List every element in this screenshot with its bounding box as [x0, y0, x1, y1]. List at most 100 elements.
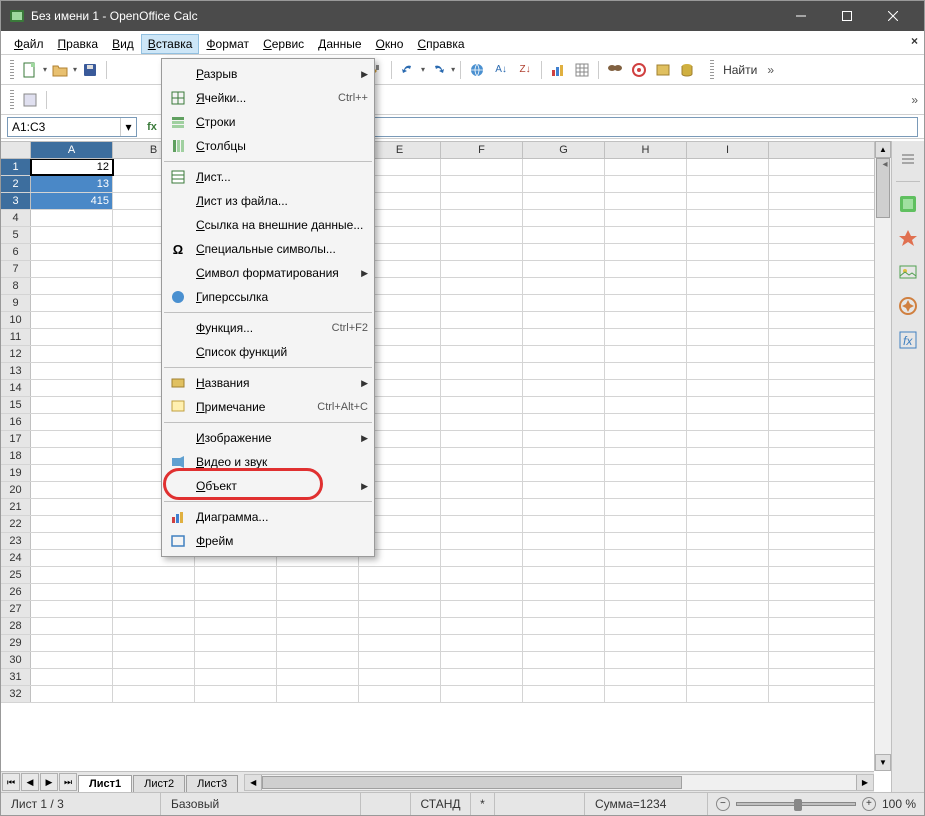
- row-header[interactable]: 1: [1, 159, 31, 175]
- function-wizard-button[interactable]: fx: [141, 116, 163, 138]
- cell[interactable]: [31, 244, 113, 260]
- cell[interactable]: [523, 448, 605, 464]
- menu-item[interactable]: Ссылка на внешние данные...: [162, 213, 374, 237]
- cell[interactable]: [31, 397, 113, 413]
- cell[interactable]: [195, 686, 277, 702]
- row-header[interactable]: 22: [1, 516, 31, 532]
- row-header[interactable]: 19: [1, 465, 31, 481]
- row-header[interactable]: 29: [1, 635, 31, 651]
- cell[interactable]: [31, 516, 113, 532]
- cell[interactable]: [687, 176, 769, 192]
- cell[interactable]: [605, 295, 687, 311]
- cell-grid[interactable]: 1122133415456789101112131415161718192021…: [1, 159, 874, 771]
- cell[interactable]: [687, 210, 769, 226]
- tab-nav-next[interactable]: ▶: [40, 773, 58, 791]
- cell[interactable]: [523, 618, 605, 634]
- row-header[interactable]: 11: [1, 329, 31, 345]
- cell[interactable]: [113, 567, 195, 583]
- column-header[interactable]: G: [523, 142, 605, 158]
- cell[interactable]: [605, 227, 687, 243]
- row-header[interactable]: 25: [1, 567, 31, 583]
- menu-item[interactable]: Разрыв▶: [162, 62, 374, 86]
- cell[interactable]: [523, 465, 605, 481]
- cell[interactable]: [523, 380, 605, 396]
- menu-view[interactable]: Вид: [105, 34, 141, 54]
- cell[interactable]: [441, 227, 523, 243]
- cell[interactable]: [605, 414, 687, 430]
- cell[interactable]: [441, 516, 523, 532]
- cell[interactable]: [687, 244, 769, 260]
- cell[interactable]: [523, 329, 605, 345]
- cell[interactable]: [277, 601, 359, 617]
- cell[interactable]: [605, 363, 687, 379]
- column-header[interactable]: H: [605, 142, 687, 158]
- datasources-button[interactable]: [676, 59, 698, 81]
- document-close-button[interactable]: ×: [911, 34, 918, 48]
- cell[interactable]: [605, 618, 687, 634]
- column-header[interactable]: I: [687, 142, 769, 158]
- row-header[interactable]: 3: [1, 193, 31, 209]
- cell[interactable]: [441, 193, 523, 209]
- cell[interactable]: [687, 414, 769, 430]
- tab-nav-last[interactable]: ⏭: [59, 773, 77, 791]
- cell[interactable]: [441, 533, 523, 549]
- cell[interactable]: [31, 533, 113, 549]
- row-header[interactable]: 28: [1, 618, 31, 634]
- menu-item[interactable]: Изображение▶: [162, 426, 374, 450]
- cell[interactable]: [523, 533, 605, 549]
- cell[interactable]: 13: [31, 176, 113, 192]
- cell[interactable]: [31, 601, 113, 617]
- cell[interactable]: [605, 601, 687, 617]
- cell[interactable]: [113, 618, 195, 634]
- cell[interactable]: [687, 652, 769, 668]
- menu-item[interactable]: Названия▶: [162, 371, 374, 395]
- cell[interactable]: [687, 278, 769, 294]
- cell[interactable]: [113, 635, 195, 651]
- vertical-scrollbar[interactable]: ▲ ▼: [874, 141, 891, 771]
- cell[interactable]: [523, 397, 605, 413]
- cell[interactable]: [195, 567, 277, 583]
- row-header[interactable]: 10: [1, 312, 31, 328]
- cell[interactable]: [523, 261, 605, 277]
- cell[interactable]: [31, 210, 113, 226]
- zoom-slider[interactable]: [736, 802, 856, 806]
- cell[interactable]: [441, 329, 523, 345]
- cell[interactable]: [441, 567, 523, 583]
- cell[interactable]: [523, 312, 605, 328]
- cell[interactable]: [359, 567, 441, 583]
- cell[interactable]: [687, 397, 769, 413]
- cell[interactable]: [605, 193, 687, 209]
- cell[interactable]: [441, 210, 523, 226]
- sidebar-settings-icon[interactable]: [896, 147, 920, 171]
- cell[interactable]: [441, 499, 523, 515]
- cell[interactable]: [605, 397, 687, 413]
- cell[interactable]: [441, 550, 523, 566]
- cell[interactable]: [687, 669, 769, 685]
- cell[interactable]: [441, 295, 523, 311]
- zoom-slider-thumb[interactable]: [794, 799, 802, 811]
- row-header[interactable]: 8: [1, 278, 31, 294]
- cell[interactable]: [31, 312, 113, 328]
- cell[interactable]: [113, 652, 195, 668]
- cell[interactable]: [277, 686, 359, 702]
- cell[interactable]: [605, 278, 687, 294]
- cell[interactable]: [31, 618, 113, 634]
- cell[interactable]: [277, 669, 359, 685]
- sheet-tab[interactable]: Лист2: [133, 775, 185, 792]
- cell[interactable]: [31, 635, 113, 651]
- cell[interactable]: [195, 618, 277, 634]
- cell[interactable]: [277, 652, 359, 668]
- cell[interactable]: [31, 431, 113, 447]
- menu-edit[interactable]: Правка: [51, 34, 106, 54]
- row-header[interactable]: 30: [1, 652, 31, 668]
- row-header[interactable]: 14: [1, 380, 31, 396]
- cell[interactable]: [31, 652, 113, 668]
- cell[interactable]: [441, 363, 523, 379]
- cell[interactable]: [195, 652, 277, 668]
- cell[interactable]: [687, 329, 769, 345]
- row-header[interactable]: 17: [1, 431, 31, 447]
- cell[interactable]: [523, 601, 605, 617]
- navigator-button[interactable]: [628, 59, 650, 81]
- cell[interactable]: [31, 567, 113, 583]
- row-header[interactable]: 13: [1, 363, 31, 379]
